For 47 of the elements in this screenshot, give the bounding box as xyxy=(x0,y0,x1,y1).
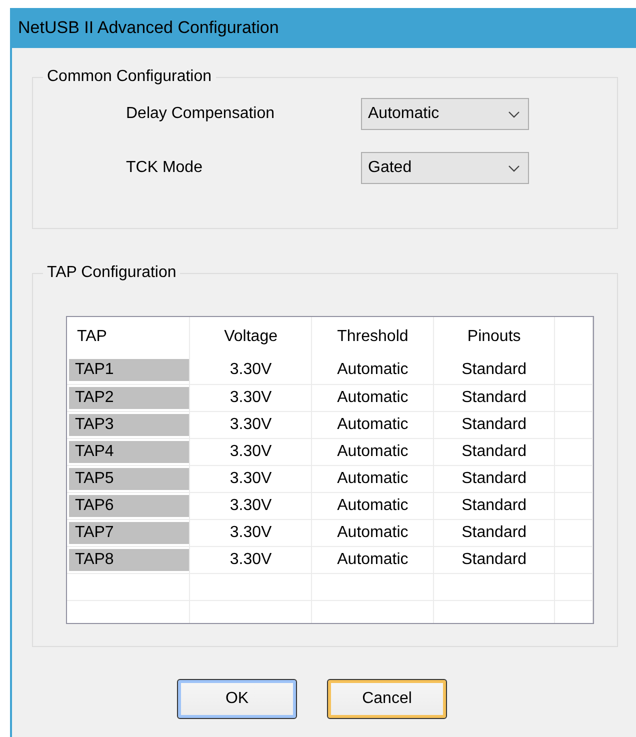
table-cell: Standard xyxy=(434,465,555,492)
table-cell: 3.30V xyxy=(190,546,312,573)
window-title: NetUSB II Advanced Configuration xyxy=(18,17,279,40)
table-cell: 3.30V xyxy=(190,357,312,384)
table-cell: Automatic xyxy=(312,519,434,546)
table-cell: 3.30V xyxy=(190,411,312,438)
table-cell: Automatic xyxy=(312,411,434,438)
table-cell: Standard xyxy=(434,411,555,438)
row-header: TAP6 xyxy=(69,494,190,516)
table-cell: 3.30V xyxy=(190,519,312,546)
table-cell: Standard xyxy=(434,492,555,519)
table-cell: Automatic xyxy=(312,492,434,519)
table-cell: Standard xyxy=(434,357,555,384)
row-header: TAP4 xyxy=(69,440,190,462)
table-cell: Standard xyxy=(434,519,555,546)
table-cell: Automatic xyxy=(312,357,434,384)
table-cell: Automatic xyxy=(312,465,434,492)
field-label: TCK Mode xyxy=(126,158,204,178)
row-header: TAP3 xyxy=(69,414,190,436)
field-label: Delay Compensation xyxy=(126,104,276,124)
row-header: TAP7 xyxy=(69,522,190,544)
column-header: Voltage xyxy=(190,317,312,357)
table-cell: Standard xyxy=(434,438,555,465)
table-cell: Standard xyxy=(434,384,555,411)
table-cell: Automatic xyxy=(312,384,434,411)
dropdown[interactable]: Automatic xyxy=(361,98,529,130)
table-cell: Automatic xyxy=(312,438,434,465)
chevron-down-icon xyxy=(508,110,520,118)
table-cell: 3.30V xyxy=(190,492,312,519)
row-header: TAP8 xyxy=(69,548,190,570)
table-cell: Standard xyxy=(434,546,555,573)
column-header: TAP xyxy=(67,317,190,357)
dropdown[interactable]: Gated xyxy=(361,152,529,184)
group-title: TAP Configuration xyxy=(43,263,180,283)
dialog-button[interactable]: OK xyxy=(177,679,297,719)
group-title: Common Configuration xyxy=(43,67,216,87)
row-header: TAP1 xyxy=(69,359,190,382)
row-header: TAP2 xyxy=(69,386,190,408)
column-header: Threshold xyxy=(312,317,434,357)
row-header: TAP5 xyxy=(69,468,190,490)
table-cell: 3.30V xyxy=(190,438,312,465)
table-cell: 3.30V xyxy=(190,465,312,492)
column-header: Pinouts xyxy=(434,317,555,357)
table-cell: Automatic xyxy=(312,546,434,573)
table-cell: 3.30V xyxy=(190,384,312,411)
chevron-down-icon xyxy=(508,164,520,172)
dialog-button[interactable]: Cancel xyxy=(327,679,447,719)
